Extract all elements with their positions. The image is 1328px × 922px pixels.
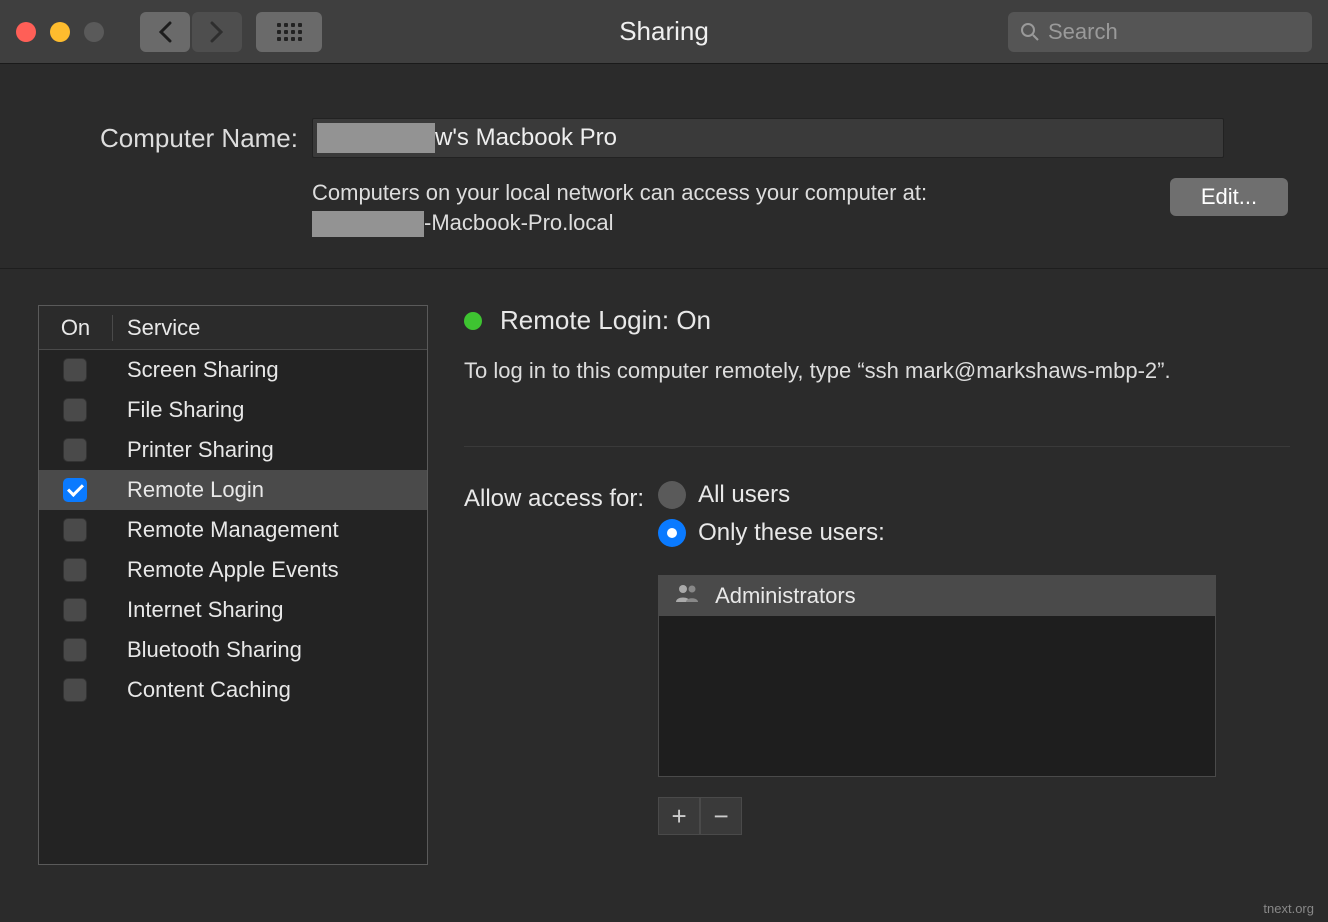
service-row[interactable]: Remote Apple Events — [39, 550, 427, 590]
service-detail: Remote Login: On To log in to this compu… — [464, 305, 1290, 865]
radio-only-these-users[interactable]: Only these users: — [658, 519, 1216, 547]
radio-icon — [658, 481, 686, 509]
show-all-button[interactable] — [256, 12, 322, 52]
watermark: tnext.org — [1263, 901, 1314, 916]
service-row-remote-login[interactable]: Remote Login — [39, 470, 427, 510]
service-checkbox[interactable] — [63, 358, 87, 382]
service-checkbox[interactable] — [63, 598, 87, 622]
service-checkbox[interactable] — [63, 478, 87, 502]
service-checkbox[interactable] — [63, 518, 87, 542]
service-row[interactable]: File Sharing — [39, 390, 427, 430]
radio-all-users[interactable]: All users — [658, 481, 1216, 509]
service-checkbox[interactable] — [63, 678, 87, 702]
add-remove-buttons: + − — [658, 797, 1216, 835]
radio-icon — [658, 519, 686, 547]
allow-access-label: Allow access for: — [464, 485, 644, 513]
users-icon — [675, 583, 701, 609]
computer-name-label: Computer Name: — [40, 123, 298, 154]
service-row[interactable]: Printer Sharing — [39, 430, 427, 470]
redacted-hostname — [312, 211, 424, 237]
user-row[interactable]: Administrators — [659, 576, 1215, 616]
minimize-window-icon[interactable] — [50, 22, 70, 42]
service-row[interactable]: Remote Management — [39, 510, 427, 550]
local-network-info: Computers on your local network can acce… — [312, 178, 927, 238]
user-label: Administrators — [715, 583, 856, 609]
status-row: Remote Login: On — [464, 305, 1290, 336]
forward-button — [192, 12, 242, 52]
status-title: Remote Login: On — [500, 305, 711, 336]
service-row[interactable]: Bluetooth Sharing — [39, 630, 427, 670]
remove-user-button[interactable]: − — [700, 797, 742, 835]
grid-icon — [277, 23, 302, 41]
window-title: Sharing — [619, 16, 709, 47]
services-table: On Service Screen Sharing File Sharing P… — [38, 305, 428, 865]
close-window-icon[interactable] — [16, 22, 36, 42]
search-icon — [1020, 22, 1040, 42]
search-placeholder: Search — [1048, 19, 1118, 45]
redacted-name — [317, 123, 435, 153]
col-header-on[interactable]: On — [39, 315, 113, 341]
service-checkbox[interactable] — [63, 558, 87, 582]
computer-name-field[interactable]: w's Macbook Pro — [312, 118, 1224, 158]
status-indicator-icon — [464, 312, 482, 330]
add-user-button[interactable]: + — [658, 797, 700, 835]
nav-buttons — [140, 12, 242, 52]
service-row[interactable]: Internet Sharing — [39, 590, 427, 630]
back-button[interactable] — [140, 12, 190, 52]
search-field[interactable]: Search — [1008, 12, 1312, 52]
titlebar: Sharing Search — [0, 0, 1328, 64]
ssh-instruction: To log in to this computer remotely, typ… — [464, 356, 1290, 386]
service-row[interactable]: Content Caching — [39, 670, 427, 710]
user-list[interactable]: Administrators — [658, 575, 1216, 777]
service-checkbox[interactable] — [63, 438, 87, 462]
col-header-service[interactable]: Service — [113, 315, 200, 341]
edit-hostname-button[interactable]: Edit... — [1170, 178, 1288, 216]
traffic-lights — [16, 22, 104, 42]
service-checkbox[interactable] — [63, 398, 87, 422]
service-checkbox[interactable] — [63, 638, 87, 662]
maximize-window-icon — [84, 22, 104, 42]
computer-name-value: w's Macbook Pro — [435, 124, 617, 152]
service-row[interactable]: Screen Sharing — [39, 350, 427, 390]
